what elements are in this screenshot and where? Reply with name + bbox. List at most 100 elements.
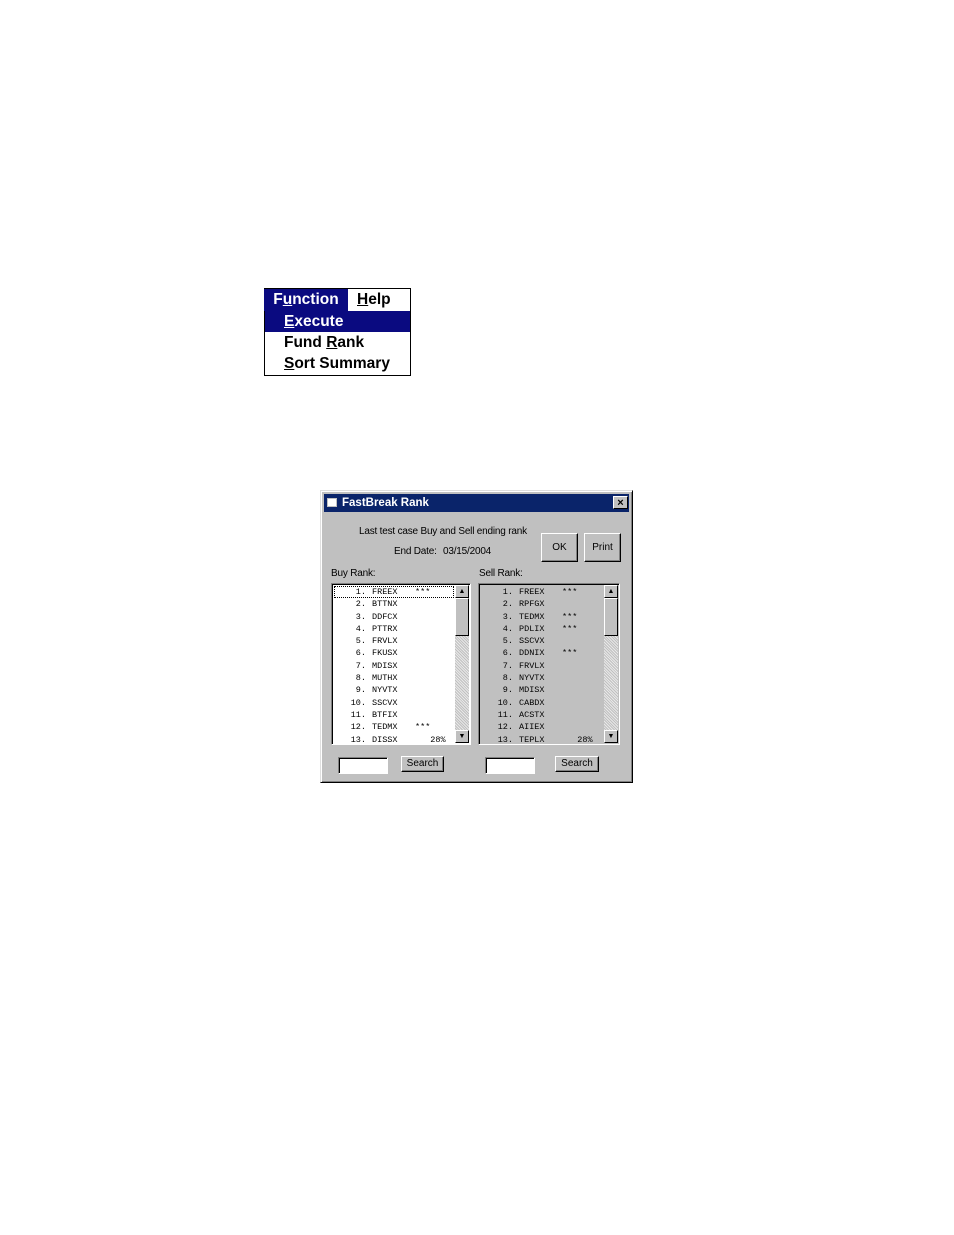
fund-symbol: MUTHX bbox=[372, 673, 398, 684]
list-item[interactable]: 2. BTTNX bbox=[334, 598, 454, 610]
list-item[interactable]: 13. TEPLX 28% bbox=[481, 734, 603, 743]
fund-symbol: TEDMX bbox=[372, 722, 398, 733]
list-item[interactable]: 5. SSCVX bbox=[481, 635, 603, 647]
list-item[interactable]: 1. FREEX *** bbox=[334, 586, 454, 599]
sell-search-field[interactable] bbox=[488, 758, 532, 773]
rank-number: 8. bbox=[502, 673, 513, 684]
list-item[interactable]: 7. MDISX bbox=[334, 660, 454, 672]
fund-symbol: FRVLX bbox=[372, 636, 398, 647]
list-item[interactable]: 12. AIIEX bbox=[481, 721, 603, 733]
rank-marker: 28% bbox=[562, 734, 593, 743]
sell-search-input[interactable] bbox=[485, 757, 535, 774]
rank-number: 10. bbox=[497, 697, 513, 708]
rank-number: 11. bbox=[497, 709, 513, 720]
sell-rank-rows: 1. FREEX *** 2. RPFGX 3. TEDMX *** 4. PDLIX *** 5. S… bbox=[481, 586, 603, 743]
list-item[interactable]: 4. PTTRX bbox=[334, 623, 454, 635]
buy-search-input[interactable] bbox=[338, 757, 388, 774]
list-item[interactable]: 11. BTFIX bbox=[334, 709, 454, 721]
sell-scroll-down-button[interactable]: ▼ bbox=[604, 730, 618, 743]
arrow-up-icon: ▲ bbox=[607, 588, 615, 595]
list-item[interactable]: 8. MUTHX bbox=[334, 672, 454, 684]
fund-symbol: ACSTX bbox=[519, 709, 545, 720]
print-button[interactable]: Print bbox=[584, 533, 621, 562]
rank-number: 2. bbox=[355, 599, 366, 610]
sell-scroll-up-button[interactable]: ▲ bbox=[604, 585, 618, 598]
menu-item-sort-summary[interactable]: Sort Summary bbox=[265, 353, 410, 374]
list-item[interactable]: 11. ACSTX bbox=[481, 709, 603, 721]
menu-help[interactable]: Help bbox=[357, 289, 391, 311]
app-icon bbox=[327, 498, 337, 507]
fastbreak-rank-dialog: FastBreak Rank × Last test case Buy and … bbox=[320, 490, 633, 783]
list-item[interactable]: 9. MDISX bbox=[481, 684, 603, 696]
fund-symbol: RPFGX bbox=[519, 599, 545, 610]
rank-number: 13. bbox=[350, 734, 366, 743]
rank-marker: *** bbox=[562, 623, 578, 634]
menu-function[interactable]: Function bbox=[264, 289, 348, 311]
buy-scroll-up-button[interactable]: ▲ bbox=[455, 585, 469, 598]
buy-search-field[interactable] bbox=[341, 758, 385, 773]
buy-scroll-down-button[interactable]: ▼ bbox=[455, 730, 469, 743]
rank-marker: *** bbox=[562, 587, 578, 597]
list-item[interactable]: 3. TEDMX *** bbox=[481, 611, 603, 623]
list-item[interactable]: 9. NYVTX bbox=[334, 684, 454, 696]
buy-list-scrollbar[interactable]: ▲ ▼ bbox=[455, 585, 469, 743]
rank-number: 3. bbox=[502, 611, 513, 622]
list-item[interactable]: 2. RPFGX bbox=[481, 598, 603, 610]
sell-list-scrollbar[interactable]: ▲ ▼ bbox=[604, 585, 618, 743]
function-dropdown: Execute Fund Rank Sort Summary bbox=[264, 311, 411, 376]
rank-marker: 28% bbox=[415, 734, 446, 743]
fund-symbol: PDLIX bbox=[519, 623, 545, 634]
fund-symbol: DISSX bbox=[372, 734, 398, 743]
sell-rank-list[interactable]: 1. FREEX *** 2. RPFGX 3. TEDMX *** 4. PDLIX *** 5. S… bbox=[478, 583, 620, 745]
end-date-value: 03/15/2004 bbox=[443, 546, 492, 557]
rank-number: 13. bbox=[497, 734, 513, 743]
menu-item-execute[interactable]: Execute bbox=[265, 311, 410, 332]
fund-symbol: FRVLX bbox=[519, 660, 545, 671]
buy-scroll-thumb[interactable] bbox=[455, 598, 469, 636]
buy-rank-list[interactable]: 1. FREEX *** 2. BTTNX 3. DDFCX 4. PTTRX 5. FRVLX 6.… bbox=[331, 583, 471, 745]
list-item[interactable]: 6. FKUSX bbox=[334, 647, 454, 659]
rank-number: 2. bbox=[502, 599, 513, 610]
fund-symbol: DDFCX bbox=[372, 611, 398, 622]
buy-search-button[interactable]: Search bbox=[401, 756, 444, 772]
menu-snippet: Function Help Execute Fund Rank Sort Sum… bbox=[264, 288, 411, 376]
list-item[interactable]: 4. PDLIX *** bbox=[481, 623, 603, 635]
list-item[interactable]: 12. TEDMX *** bbox=[334, 721, 454, 733]
rank-number: 9. bbox=[355, 685, 366, 696]
rank-number: 6. bbox=[355, 648, 366, 659]
sell-scroll-thumb[interactable] bbox=[604, 598, 618, 636]
rank-marker: *** bbox=[562, 611, 578, 622]
list-item[interactable]: 3. DDFCX bbox=[334, 611, 454, 623]
fund-symbol: MDISX bbox=[372, 660, 398, 671]
menu-item-fund-rank[interactable]: Fund Rank bbox=[265, 332, 410, 353]
list-item[interactable]: 13. DISSX 28% bbox=[334, 734, 454, 743]
rank-number: 11. bbox=[350, 709, 366, 720]
menu-bar: Function Help bbox=[264, 288, 411, 311]
buy-rank-label: Buy Rank: bbox=[331, 568, 376, 579]
arrow-down-icon: ▼ bbox=[607, 733, 615, 740]
close-button[interactable]: × bbox=[613, 496, 628, 509]
fund-symbol: NYVTX bbox=[519, 673, 545, 684]
list-item[interactable]: 10. SSCVX bbox=[334, 697, 454, 709]
title-bar[interactable]: FastBreak Rank × bbox=[324, 494, 629, 512]
fund-symbol: NYVTX bbox=[372, 685, 398, 696]
fund-symbol: BTTNX bbox=[372, 599, 398, 610]
fund-symbol: TEPLX bbox=[519, 734, 545, 743]
list-item[interactable]: 10. CABDX bbox=[481, 697, 603, 709]
sell-rank-label: Sell Rank: bbox=[479, 568, 523, 579]
list-item[interactable]: 6. DDNIX *** bbox=[481, 647, 603, 659]
ok-button[interactable]: OK bbox=[541, 533, 578, 562]
fund-symbol: AIIEX bbox=[519, 722, 545, 733]
rank-number: 1. bbox=[355, 587, 366, 597]
rank-number: 12. bbox=[350, 722, 366, 733]
list-item[interactable]: 5. FRVLX bbox=[334, 635, 454, 647]
list-item[interactable]: 7. FRVLX bbox=[481, 660, 603, 672]
list-item[interactable]: 1. FREEX *** bbox=[481, 586, 603, 598]
buy-rank-rows: 1. FREEX *** 2. BTTNX 3. DDFCX 4. PTTRX 5. FRVLX 6.… bbox=[334, 586, 454, 743]
fund-symbol: BTFIX bbox=[372, 709, 398, 720]
rank-number: 8. bbox=[355, 673, 366, 684]
sell-search-button[interactable]: Search bbox=[555, 756, 599, 772]
fund-symbol: FREEX bbox=[372, 587, 398, 597]
end-date-label: End Date: bbox=[394, 546, 437, 557]
list-item[interactable]: 8. NYVTX bbox=[481, 672, 603, 684]
